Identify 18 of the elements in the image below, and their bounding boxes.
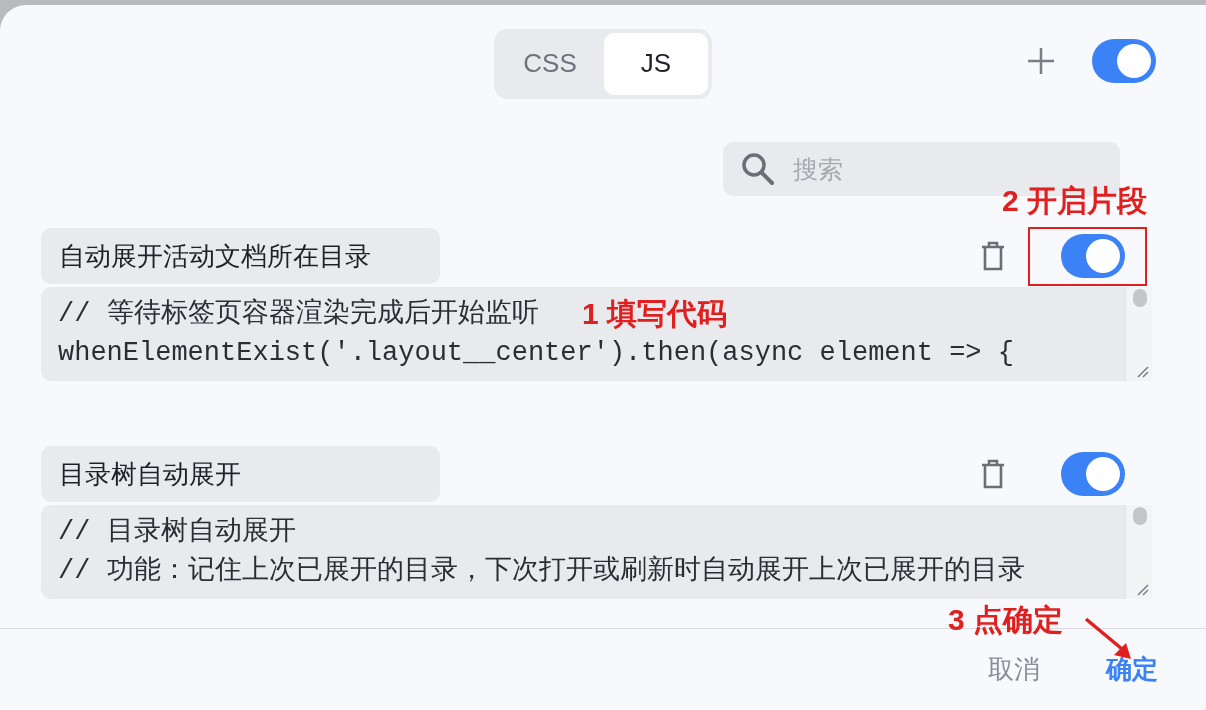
trash-icon[interactable] bbox=[981, 241, 1005, 271]
search-icon bbox=[741, 152, 775, 186]
add-icon[interactable] bbox=[1026, 46, 1056, 76]
annotation-label: 3 点确定 bbox=[948, 602, 1064, 638]
tab[interactable]: CSS bbox=[498, 32, 602, 95]
toggle-switch[interactable] bbox=[1061, 452, 1125, 496]
scrollbar-thumb[interactable] bbox=[1133, 289, 1147, 307]
resize-grip-icon[interactable] bbox=[1135, 364, 1149, 378]
annotation-label: 1 填写代码 bbox=[582, 296, 728, 332]
toggle-switch[interactable] bbox=[1061, 234, 1125, 278]
snippet-title-field[interactable]: 自动展开活动文档所在目录 bbox=[41, 228, 440, 284]
tab[interactable]: JS bbox=[604, 32, 708, 95]
trash-icon[interactable] bbox=[981, 459, 1005, 489]
snippet-title-field[interactable]: 目录树自动展开 bbox=[41, 446, 440, 502]
scrollbar-thumb[interactable] bbox=[1133, 507, 1147, 525]
code-field[interactable]: // 目录树自动展开 // 功能：记住上次已展开的目录，下次打开或刷新时自动展开上次已展开的目录 bbox=[41, 505, 1125, 599]
toggle-switch[interactable] bbox=[1092, 39, 1156, 83]
resize-grip-icon[interactable] bbox=[1135, 582, 1149, 596]
